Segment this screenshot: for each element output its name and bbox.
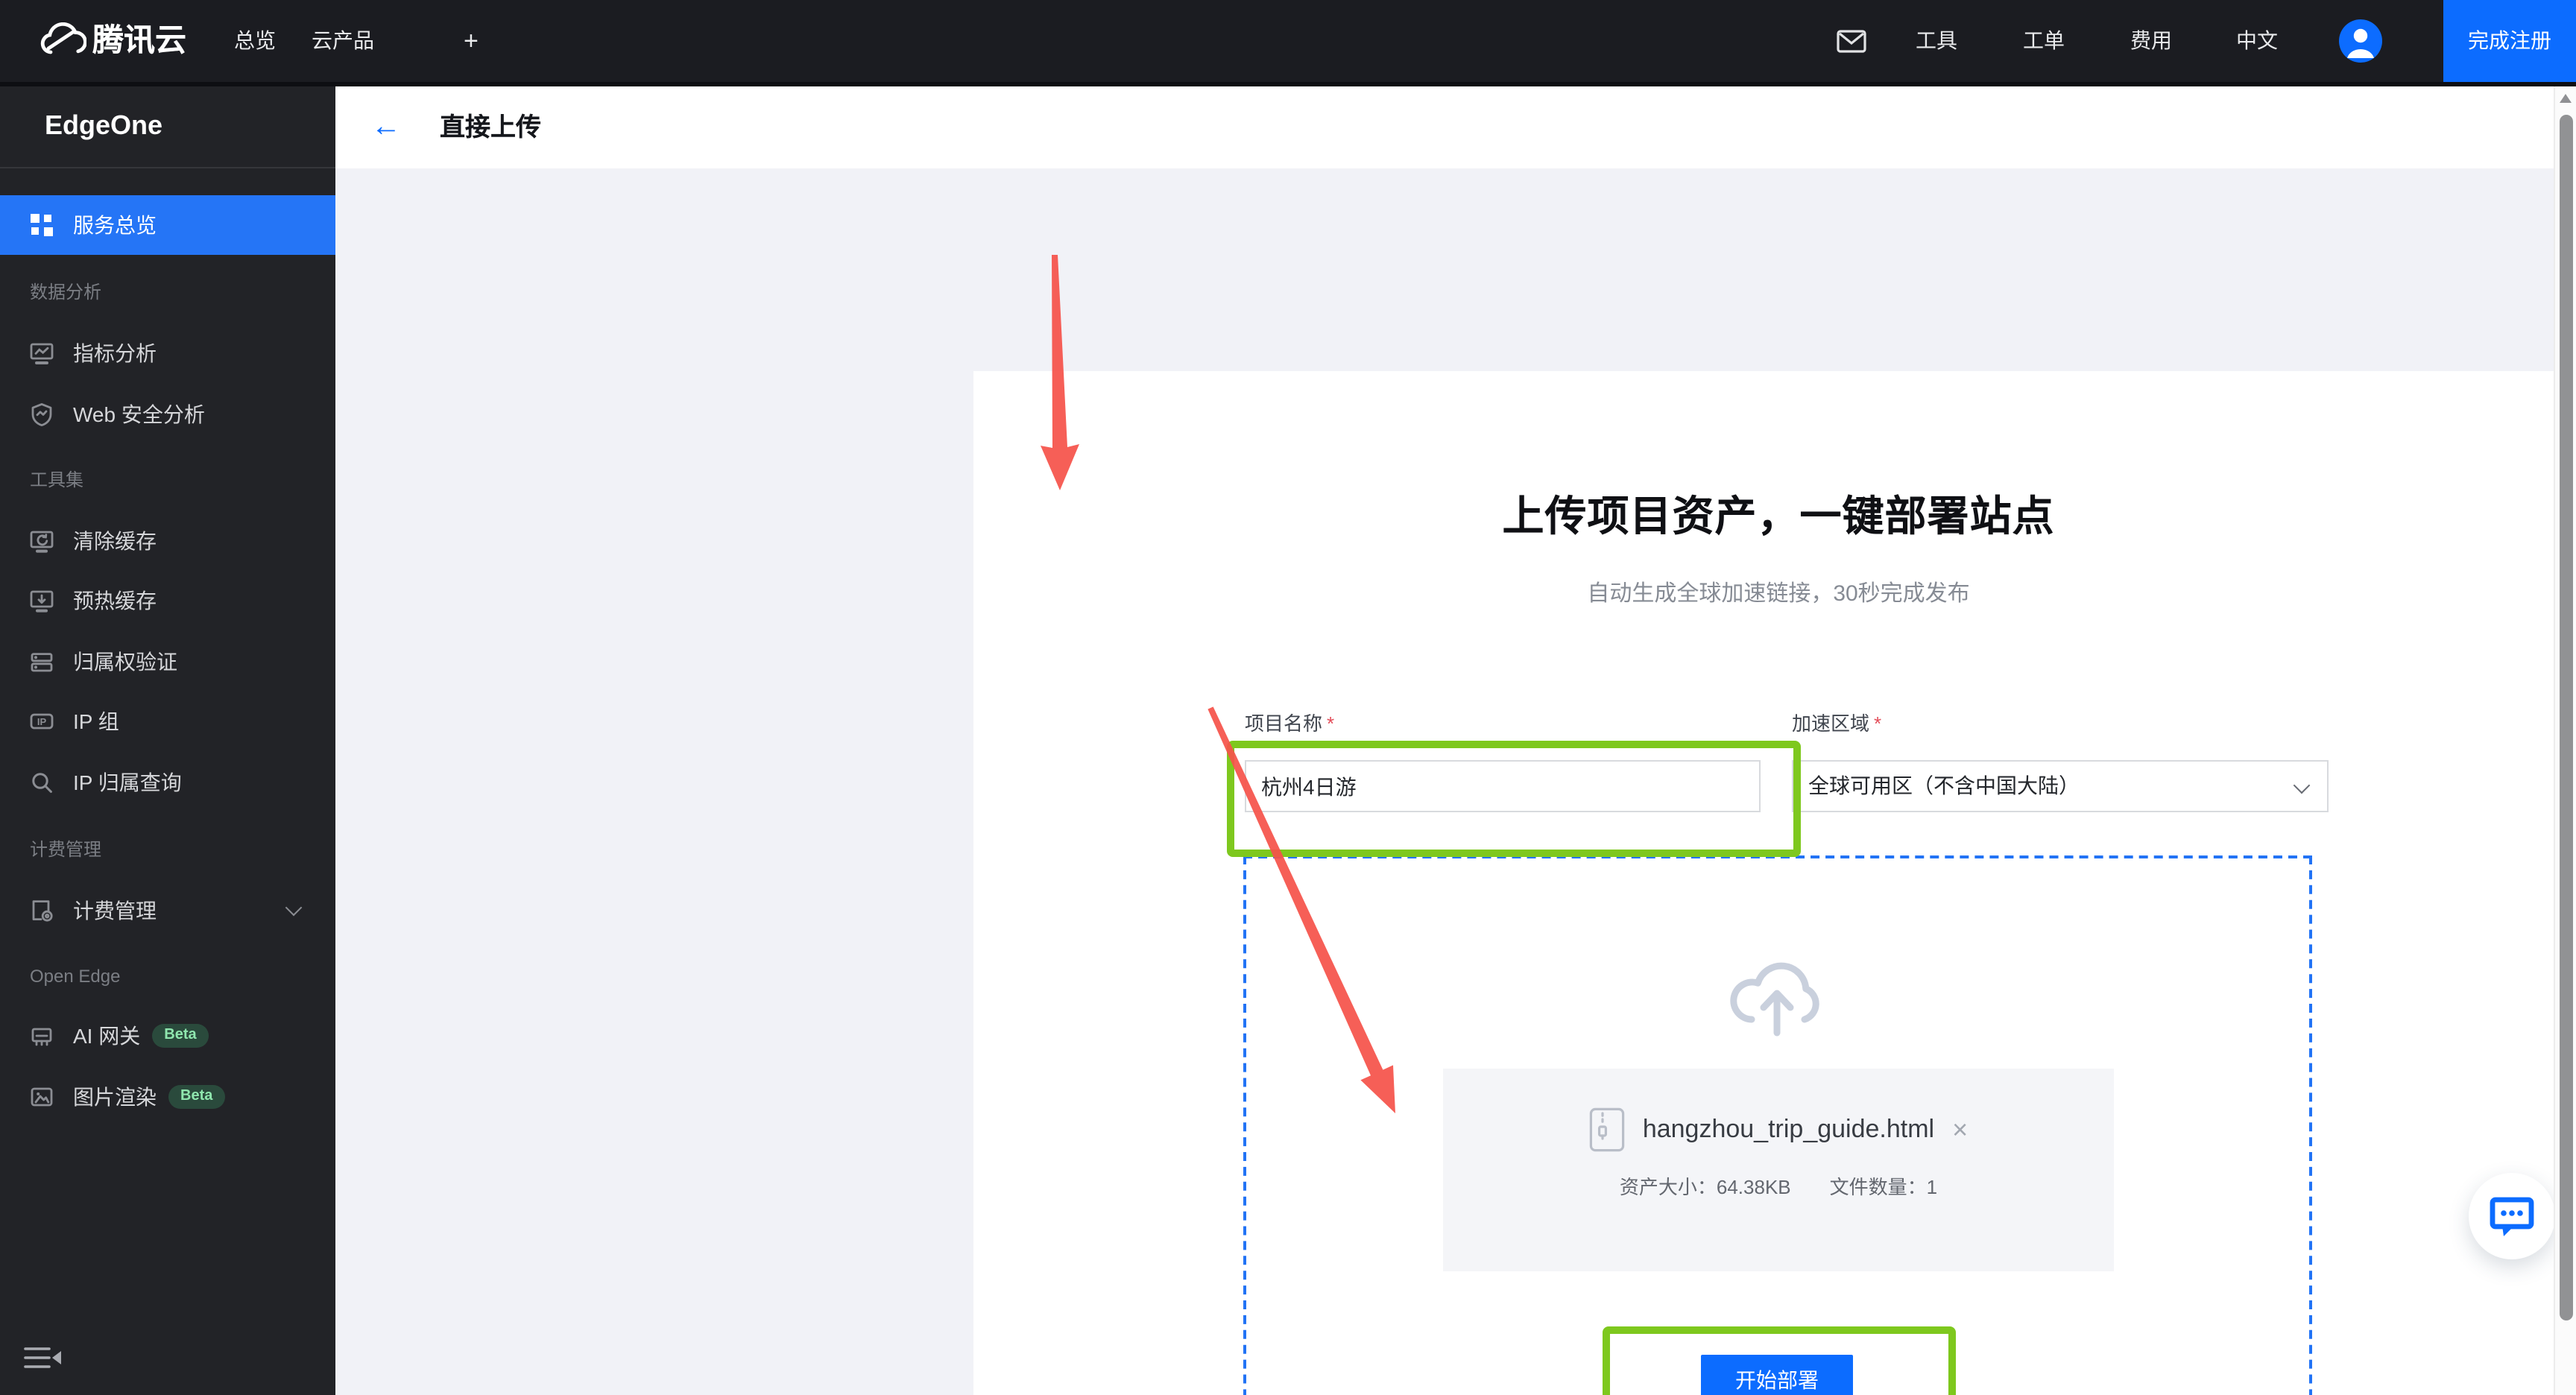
sidebar-item-label: 清除缓存 (73, 529, 157, 553)
region-label: 加速区域 * (1792, 712, 1882, 735)
sidebar-item-label: 计费管理 (73, 899, 157, 923)
sidebar-section-toolset: 工具集 (30, 469, 84, 490)
sidebar-item-prewarm-cache[interactable]: 预热缓存 (0, 572, 335, 629)
nav-item-products[interactable]: 云产品 (312, 0, 374, 82)
upload-card: 上传项目资产，一键部署站点 自动生成全球加速链接，30秒完成发布 项目名称 * 加… (973, 371, 2576, 1395)
user-avatar[interactable] (2339, 19, 2382, 63)
start-deploy-button[interactable]: 开始部署 (1701, 1355, 1853, 1395)
chat-bubble-icon (2490, 1195, 2534, 1237)
sidebar-item-ownership-verification[interactable]: 归属权验证 (0, 633, 335, 690)
sidebar-section-open-edge: Open Edge (30, 966, 121, 987)
beta-badge: Beta (168, 1085, 225, 1109)
collapse-sidebar-icon[interactable] (24, 1346, 66, 1370)
chat-support-button[interactable] (2469, 1173, 2555, 1259)
app-root: 腾讯云 总览 云产品 + 工具 工单 费用 中文 完成注册 EdgeOne 服务… (0, 0, 2576, 1395)
hero-subtitle: 自动生成全球加速链接，30秒完成发布 (1587, 581, 1970, 607)
region-select-value: 全球可用区（不含中国大陆） (1808, 774, 2080, 797)
nav-item-language[interactable]: 中文 (2236, 0, 2278, 82)
sidebar-item-web-security-analysis[interactable]: Web 安全分析 (0, 386, 335, 443)
sidebar-item-billing-management[interactable]: 计费管理 (0, 882, 335, 939)
beta-badge: Beta (152, 1024, 209, 1048)
nav-add-tab-button[interactable]: + (464, 0, 479, 82)
purge-cache-icon (30, 529, 54, 553)
nav-item-tickets[interactable]: 工单 (2023, 0, 2065, 82)
product-title: EdgeOne (45, 110, 163, 140)
sidebar-item-metrics-analysis[interactable]: 指标分析 (0, 325, 335, 382)
nav-item-tools[interactable]: 工具 (1916, 0, 1957, 82)
chevron-down-icon[interactable] (285, 899, 303, 917)
sidebar-item-purge-cache[interactable]: 清除缓存 (0, 513, 335, 569)
ownership-verification-icon (30, 650, 54, 674)
mail-icon[interactable] (1837, 30, 1866, 54)
sidebar-item-label: IP 组 (73, 709, 119, 733)
brand-name[interactable]: 腾讯云 (92, 0, 186, 82)
required-asterisk: * (1874, 712, 1882, 735)
cloud-upload-icon (1723, 945, 1831, 1037)
metrics-chart-icon (30, 341, 54, 365)
sidebar-item-image-render[interactable]: 图片渲染 Beta (0, 1069, 335, 1125)
sidebar-divider (0, 167, 335, 168)
scrollbar-up-arrow-icon[interactable] (2560, 94, 2572, 103)
top-navbar: 腾讯云 总览 云产品 + 工具 工单 费用 中文 完成注册 (0, 0, 2576, 86)
file-row: hangzhou_trip_guide.html × (1443, 1107, 2114, 1152)
asset-size: 资产大小：64.38KB (1619, 1176, 1791, 1198)
hero-title: 上传项目资产，一键部署站点 (1502, 493, 2055, 540)
select-chevron-down-icon (2293, 776, 2311, 794)
uploaded-file-name: hangzhou_trip_guide.html (1642, 1115, 1935, 1143)
sidebar-item-ip-lookup[interactable]: IP 归属查询 (0, 754, 335, 811)
project-name-input[interactable] (1245, 760, 1761, 812)
sidebar-item-ai-gateway[interactable]: AI 网关 Beta (0, 1008, 335, 1064)
sidebar-item-label: IP 归属查询 (73, 771, 182, 794)
tencent-cloud-logo-icon[interactable] (36, 22, 86, 58)
svg-text:IP: IP (37, 716, 47, 727)
remove-file-icon[interactable]: × (1952, 1116, 1968, 1143)
sidebar-item-service-overview[interactable]: 服务总览 (0, 195, 335, 255)
back-arrow-icon[interactable]: ← (371, 86, 401, 168)
grid-icon (30, 213, 54, 237)
page-title: 直接上传 (440, 113, 541, 142)
sidebar-item-ip-group[interactable]: IP IP 组 (0, 693, 335, 750)
content-area: 上传项目资产，一键部署站点 自动生成全球加速链接，30秒完成发布 项目名称 * 加… (335, 168, 2576, 1395)
ip-group-icon: IP (30, 709, 54, 733)
sidebar-item-label: 归属权验证 (73, 650, 177, 674)
sidebar: EdgeOne 服务总览 数据分析 指标分析 Web 安全分析 工具集 清除缓存… (0, 86, 335, 1395)
uploaded-file-panel: hangzhou_trip_guide.html × 资产大小：64.38KB … (1443, 1069, 2114, 1271)
sidebar-section-data-analysis: 数据分析 (30, 282, 102, 303)
nav-item-billing[interactable]: 费用 (2130, 0, 2172, 82)
region-select[interactable]: 全球可用区（不含中国大陆） (1792, 760, 2329, 812)
required-asterisk: * (1327, 712, 1335, 735)
file-count: 文件数量：1 (1829, 1176, 1938, 1198)
sidebar-item-label: 服务总览 (73, 213, 157, 237)
image-render-icon (30, 1085, 54, 1109)
zip-file-icon (1589, 1107, 1625, 1152)
nav-item-overview[interactable]: 总览 (234, 0, 276, 82)
complete-registration-button[interactable]: 完成注册 (2443, 0, 2576, 82)
sidebar-item-label: Web 安全分析 (73, 402, 205, 426)
sidebar-item-label: AI 网关 (73, 1024, 141, 1048)
billing-icon (30, 899, 54, 923)
web-security-shield-icon (30, 402, 54, 426)
file-meta-row: 资产大小：64.38KB 文件数量：1 (1443, 1171, 2114, 1200)
page-header: ← 直接上传 (335, 86, 2576, 168)
project-name-label: 项目名称 * (1245, 712, 1335, 735)
sidebar-item-label: 指标分析 (73, 341, 157, 365)
sidebar-item-label: 预热缓存 (73, 589, 157, 613)
vertical-scrollbar[interactable] (2554, 86, 2576, 1395)
sidebar-item-label: 图片渲染 (73, 1085, 157, 1109)
sidebar-section-billing: 计费管理 (30, 839, 102, 860)
scrollbar-thumb[interactable] (2560, 115, 2573, 1320)
prewarm-cache-icon (30, 589, 54, 613)
ai-gateway-icon (30, 1024, 54, 1048)
ip-lookup-icon (30, 771, 54, 794)
